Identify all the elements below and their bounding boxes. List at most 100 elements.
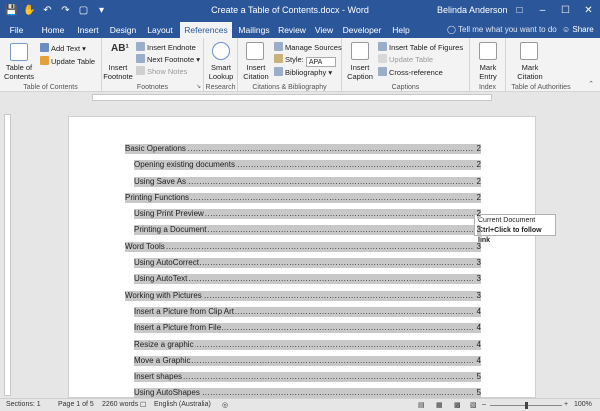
- minimize-icon[interactable]: –: [531, 0, 554, 22]
- toc-entry[interactable]: ........................................…: [125, 320, 481, 336]
- insert-caption-button[interactable]: Insert Caption: [344, 63, 376, 81]
- status-section[interactable]: Sections: 1: [6, 401, 41, 408]
- maximize-icon[interactable]: ☐: [554, 0, 577, 22]
- read-mode-icon[interactable]: ▦: [436, 401, 443, 409]
- toc-entry[interactable]: ........................................…: [125, 157, 481, 173]
- toc-entry[interactable]: ........................................…: [125, 271, 481, 287]
- insert-table-of-figures-button[interactable]: Insert Table of Figures: [378, 42, 463, 52]
- screenshot-icon[interactable]: ▢: [76, 3, 91, 18]
- toc-entry[interactable]: ........................................…: [125, 337, 481, 353]
- tab-design[interactable]: Design: [106, 22, 140, 38]
- mark-entry-button[interactable]: Mark Entry: [472, 63, 504, 81]
- tab-file[interactable]: File: [0, 22, 33, 38]
- toc-entry[interactable]: ........................................…: [125, 288, 481, 304]
- tab-developer[interactable]: Developer: [340, 22, 384, 38]
- toc-entry[interactable]: ........................................…: [125, 190, 481, 206]
- tab-view[interactable]: View: [310, 22, 338, 38]
- toc-entry[interactable]: ........................................…: [125, 304, 481, 320]
- tab-review[interactable]: Review: [276, 22, 308, 38]
- status-words[interactable]: 2260 words: [102, 401, 138, 408]
- toc-entry[interactable]: ........................................…: [125, 369, 481, 385]
- toc-entry-field[interactable]: ........................................…: [125, 144, 481, 154]
- insert-endnote-label: Insert Endnote: [147, 43, 196, 52]
- insert-tof-label: Insert Table of Figures: [389, 43, 464, 52]
- toc-entry[interactable]: ........................................…: [125, 141, 481, 157]
- accessibility-icon[interactable]: ◎: [222, 401, 228, 409]
- web-layout-icon[interactable]: ▧: [470, 401, 477, 409]
- zoom-out-icon[interactable]: –: [482, 401, 486, 408]
- tab-home[interactable]: Home: [36, 22, 70, 38]
- toc-entry-field[interactable]: ........................................…: [134, 258, 481, 269]
- toc-entry-text: Using AutoText: [134, 274, 189, 284]
- tell-me-search[interactable]: ◯ Tell me what you want to do: [447, 22, 557, 38]
- toc-entry-field[interactable]: ........................................…: [134, 388, 481, 399]
- user-name[interactable]: Belinda Anderson: [437, 5, 508, 15]
- share-button[interactable]: ☺ Share: [562, 22, 594, 38]
- touch-mode-icon[interactable]: ✋: [22, 3, 37, 18]
- bibliography-button[interactable]: Bibliography ▾: [274, 67, 332, 77]
- save-icon[interactable]: 💾: [4, 3, 19, 18]
- horizontal-ruler[interactable]: [0, 92, 600, 102]
- tab-help[interactable]: Help: [388, 22, 414, 38]
- toc-entry[interactable]: ........................................…: [125, 206, 481, 222]
- tab-references[interactable]: References: [180, 22, 232, 38]
- close-icon[interactable]: ✕: [577, 0, 600, 22]
- zoom-in-icon[interactable]: +: [564, 401, 568, 408]
- toc-entry[interactable]: ........................................…: [125, 353, 481, 369]
- insert-footnote-button[interactable]: Insert Footnote: [102, 63, 134, 81]
- toc-entry-field[interactable]: ........................................…: [125, 192, 481, 203]
- style-dropdown[interactable]: APA: [305, 57, 336, 67]
- tab-mailings[interactable]: Mailings: [234, 22, 274, 38]
- toc-entry-field[interactable]: ........................................…: [125, 290, 481, 301]
- insert-citation-button[interactable]: Insert Citation: [239, 63, 273, 81]
- proofing-icon[interactable]: ☐: [140, 401, 146, 409]
- zoom-level[interactable]: 100%: [574, 401, 592, 408]
- toc-entry-text: Move a Graphic: [134, 355, 192, 365]
- toc-entry-field[interactable]: ........................................…: [134, 176, 481, 187]
- cross-reference-button[interactable]: Cross-reference: [378, 67, 443, 77]
- toc-entry[interactable]: ........................................…: [125, 174, 481, 190]
- ribbon-display-icon[interactable]: □: [508, 0, 531, 22]
- insert-endnote-button[interactable]: Insert Endnote: [136, 42, 196, 52]
- toc-entry-field[interactable]: ........................................…: [134, 225, 481, 236]
- toc-entry-field[interactable]: ........................................…: [134, 306, 481, 317]
- status-language[interactable]: English (Australia): [154, 401, 211, 408]
- toc-entry-field[interactable]: ........................................…: [134, 160, 481, 171]
- toc-entry-field[interactable]: ........................................…: [134, 355, 481, 366]
- smart-lookup-button[interactable]: Smart Lookup: [205, 63, 237, 81]
- zoom-slider-thumb[interactable]: [525, 402, 528, 409]
- toc-entry-field[interactable]: ........................................…: [134, 209, 481, 220]
- toc-entry-field[interactable]: ........................................…: [134, 274, 481, 285]
- toc-entry-field[interactable]: ........................................…: [134, 339, 481, 350]
- toc-entry-field[interactable]: ........................................…: [134, 323, 481, 334]
- undo-icon[interactable]: ↶: [40, 3, 55, 18]
- next-footnote-button[interactable]: Next Footnote ▾: [136, 54, 200, 64]
- document-page[interactable]: ........................................…: [68, 116, 536, 399]
- customize-icon[interactable]: ▾: [94, 3, 109, 18]
- status-page[interactable]: Page 1 of 5: [58, 401, 94, 408]
- toc-page-number: 3: [476, 274, 481, 285]
- collapse-ribbon-icon[interactable]: ⌃: [588, 80, 594, 88]
- tab-insert[interactable]: Insert: [72, 22, 104, 38]
- tab-layout[interactable]: Layout: [142, 22, 178, 38]
- add-text-button[interactable]: Add Text ▾: [40, 43, 86, 53]
- toc-entry[interactable]: ........................................…: [125, 239, 481, 255]
- insert-citation-icon: [246, 42, 264, 60]
- toc-leader-dots: ........................................…: [134, 372, 473, 382]
- toc-entry-text: Printing Functions: [125, 192, 191, 202]
- toc-entry-field[interactable]: ........................................…: [134, 372, 481, 383]
- mark-citation-button[interactable]: Mark Citation: [510, 63, 550, 81]
- style-selector[interactable]: Style: APA: [274, 54, 336, 67]
- redo-icon[interactable]: ↷: [58, 3, 73, 18]
- footnote-icon: AB¹: [111, 43, 129, 54]
- manage-sources-button[interactable]: Manage Sources: [274, 42, 342, 52]
- toc-entry-field[interactable]: ........................................…: [125, 241, 481, 252]
- table-of-contents-button[interactable]: Table of Contents: [2, 63, 36, 81]
- toc-entry[interactable]: ........................................…: [125, 255, 481, 271]
- footnotes-launcher-icon[interactable]: ↘: [196, 83, 201, 90]
- toc-entry[interactable]: ........................................…: [125, 222, 481, 238]
- print-layout-icon[interactable]: ▩: [454, 401, 461, 409]
- focus-mode-icon[interactable]: ▤: [418, 401, 425, 409]
- update-table-button[interactable]: Update Table: [40, 56, 95, 66]
- vertical-ruler[interactable]: [4, 114, 11, 396]
